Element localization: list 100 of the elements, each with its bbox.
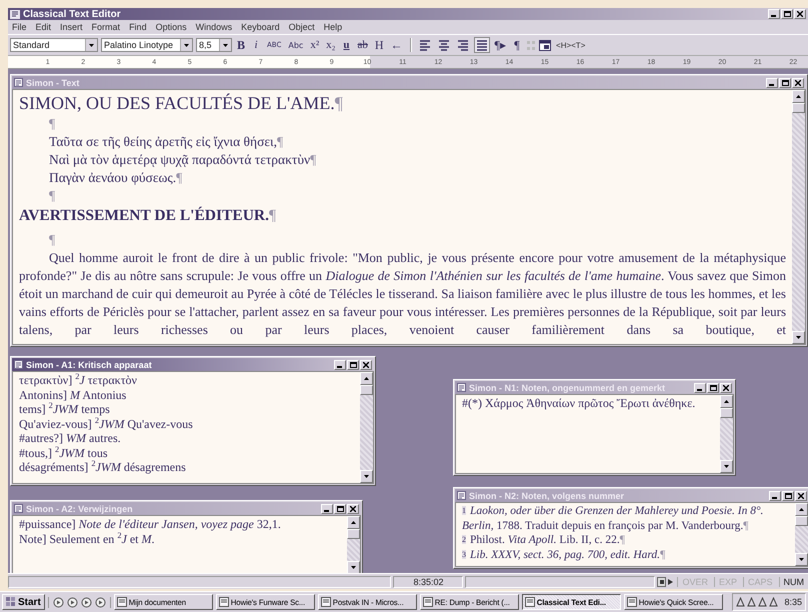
document-title: Simon - N2: Noten, volgens nummer <box>469 490 626 500</box>
apparatus-entry: Antonins] M Antonius <box>19 388 128 402</box>
format-button[interactable]: H <box>372 37 386 53</box>
maximize-button[interactable] <box>334 504 346 514</box>
paragraph-button[interactable]: ¶ <box>511 37 524 53</box>
scroll-down-button[interactable] <box>792 331 805 344</box>
size-dropdown[interactable]: 8,5 <box>196 38 232 52</box>
apparatus-entry: tems] $^{2}$JWM temps <box>19 402 111 416</box>
paragraph-button[interactable]: ¶▸ <box>492 37 508 53</box>
close-button[interactable] <box>792 78 804 88</box>
scrollbar[interactable] <box>720 395 733 473</box>
style-dropdown[interactable]: Standard <box>10 38 98 52</box>
scrollbar[interactable] <box>792 90 805 344</box>
maximize-icon <box>782 80 788 86</box>
scroll-thumb[interactable] <box>720 408 733 418</box>
close-button[interactable] <box>795 490 807 500</box>
up-arrow-icon <box>724 400 729 403</box>
scroll-thumb[interactable] <box>792 103 805 113</box>
scroll-thumb[interactable] <box>795 516 808 526</box>
maximize-button[interactable] <box>781 9 793 19</box>
maximize-icon <box>784 492 792 498</box>
format-button[interactable]: u <box>340 37 352 53</box>
body-paragraph: Quel homme auroit le front de dire à un public frivole: "Mon public, je vous présente encore pour votre amusement de la métaphysique profonde?" Je dis au nôtre sans scrupule: Je vous offre un Dialogue de Simon l'Athénien sur les facultés de l'ame humaine. Vous savez que Simon étoit un marchand de cuir qui demeuroit au Pyrée à côté de Télécles le tisserand. Sa liaison familière avec le plus illustre de tous les hommes, et les vains efforts de Périclès pour se l'attacher, parlent assez en sa faveur pour vous intéresser. Les premières personnes de la République, soit par leurs talens, par leurs richesses ou par leurs places, venoient causer familièrement dans sa boutique, et <box>19 249 786 339</box>
format-button[interactable]: i <box>250 37 262 53</box>
start-button[interactable]: Start <box>2 594 45 610</box>
scrollbar[interactable] <box>360 372 373 483</box>
format-button[interactable]: x² <box>308 37 322 53</box>
maximize-button[interactable] <box>347 360 359 370</box>
format-button[interactable]: ab <box>355 37 370 53</box>
format-button[interactable]: B <box>235 37 248 53</box>
minimize-button[interactable] <box>769 490 781 500</box>
scroll-down-button[interactable] <box>347 561 360 573</box>
close-button[interactable] <box>347 504 359 514</box>
format-button[interactable]: Abc <box>286 37 306 53</box>
menu-item[interactable]: Help <box>324 22 342 32</box>
menu-item[interactable]: Format <box>92 22 120 32</box>
menu-item[interactable]: Windows <box>196 22 232 32</box>
maximize-icon <box>710 384 716 390</box>
tag-button[interactable]: <H><T> <box>554 40 588 50</box>
shortcut-icon[interactable] <box>94 596 106 608</box>
down-arrow-icon <box>796 336 801 339</box>
clock: 8:35 <box>784 597 802 607</box>
grid-icon <box>526 40 536 50</box>
font-dropdown[interactable]: Palatino Linotype <box>101 38 193 52</box>
format-button[interactable]: x₂ <box>324 37 338 53</box>
maximize-button[interactable] <box>779 78 791 88</box>
paragraph-mark: ¶ <box>48 187 56 205</box>
document-title: Simon - A2: Verwijzingen <box>26 504 134 514</box>
close-button[interactable] <box>720 382 732 392</box>
minimize-button[interactable] <box>694 382 706 392</box>
down-arrow-icon <box>799 558 804 561</box>
format-button[interactable]: ← <box>388 37 405 53</box>
scroll-up-button[interactable] <box>360 372 373 385</box>
record-icon <box>657 576 676 586</box>
paragraph-mark: ¶ <box>48 231 56 249</box>
menu-item[interactable]: Keyboard <box>241 22 280 32</box>
down-arrow-icon <box>364 475 369 478</box>
close-button[interactable] <box>794 9 806 19</box>
heading: AVERTISSEMENT DE L'ÉDITEUR.¶ <box>19 206 278 226</box>
scrollbar[interactable] <box>795 503 808 566</box>
note-entry: 2 Philost. Vita Apoll. Lib. II, c. 22.¶ <box>462 533 626 548</box>
heading: SIMON, OU DES FACULTÉS DE L'AME.¶ <box>19 92 344 115</box>
maximize-button[interactable] <box>707 382 719 392</box>
shortcut-icon[interactable] <box>52 596 64 608</box>
shortcut-icon[interactable] <box>66 596 78 608</box>
close-button[interactable] <box>360 360 372 370</box>
up-arrow-icon <box>796 95 801 98</box>
menu-item[interactable]: Object <box>288 22 315 32</box>
window-title: Classical Text Editor <box>23 8 122 20</box>
align-center-icon <box>438 39 450 51</box>
align-button[interactable] <box>474 37 490 53</box>
scroll-up-button[interactable] <box>792 90 805 103</box>
scroll-down-button[interactable] <box>720 460 733 473</box>
window-icon <box>524 597 535 607</box>
scroll-up-button[interactable] <box>795 503 808 516</box>
minimize-button[interactable] <box>321 504 333 514</box>
scroll-up-button[interactable] <box>720 395 733 408</box>
minimize-button[interactable] <box>768 9 780 19</box>
scroll-thumb[interactable] <box>360 385 373 395</box>
scroll-up-button[interactable] <box>347 516 360 529</box>
scroll-down-button[interactable] <box>795 553 808 566</box>
close-icon <box>350 506 356 512</box>
menu-item[interactable]: Find <box>129 22 147 32</box>
document-title: Simon - Text <box>26 78 80 88</box>
verse-line: Παγὰν ἀενάου φύσεως.¶ <box>48 169 184 187</box>
verse-line: Ναὶ μὰ τὸν ἁμετέρᾳ ψυχᾷ παραδόντά τετρακτὺν¶ <box>48 151 318 169</box>
menu-item[interactable]: Options <box>156 22 187 32</box>
scroll-down-button[interactable] <box>360 470 373 483</box>
menu-item[interactable]: File <box>12 22 27 32</box>
scrollbar[interactable] <box>347 516 360 573</box>
shortcut-icon[interactable] <box>80 596 92 608</box>
menu-item[interactable]: Insert <box>60 22 83 32</box>
menu-item[interactable]: Edit <box>36 22 52 32</box>
scroll-thumb[interactable] <box>347 529 360 539</box>
minimize-button[interactable] <box>334 360 346 370</box>
maximize-button[interactable] <box>782 490 794 500</box>
status-indicator: NUM <box>778 576 808 586</box>
minimize-button[interactable] <box>766 78 778 88</box>
paragraph-mark: ¶ <box>48 115 56 133</box>
window-icon <box>422 597 433 607</box>
